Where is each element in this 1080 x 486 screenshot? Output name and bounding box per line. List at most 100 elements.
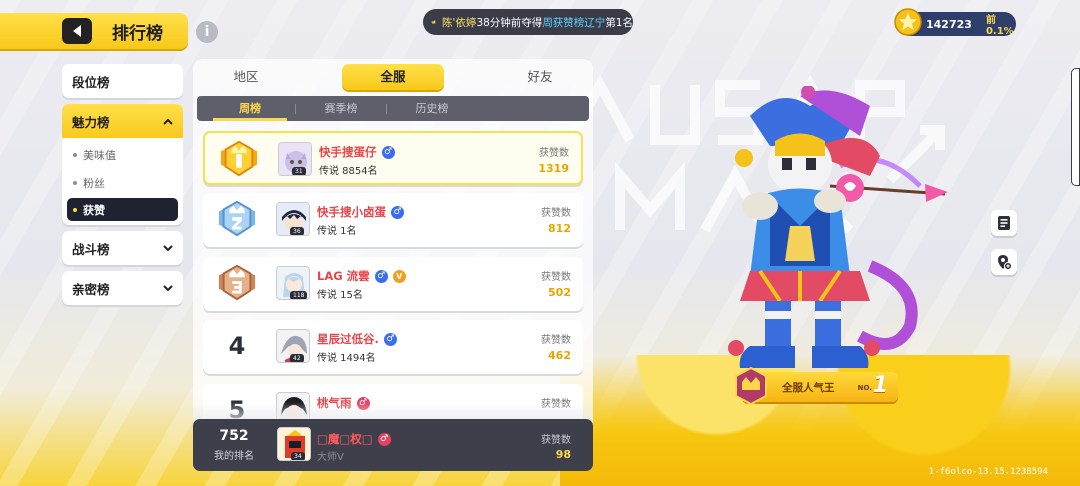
likes-total-bar: 142723 前0.1% bbox=[894, 8, 1016, 37]
my-rank: 752 我的排名 bbox=[203, 428, 265, 463]
silver-rank-badge-icon bbox=[217, 199, 257, 239]
title-number: 1 bbox=[872, 373, 888, 398]
location-button[interactable] bbox=[991, 249, 1017, 275]
player-name: 星辰过低谷. ♂ bbox=[317, 331, 397, 347]
level-badge: 36 bbox=[290, 227, 304, 235]
notice-rank: 第1名 bbox=[605, 16, 633, 29]
my-player-name: □魔□权□ ♂ bbox=[317, 431, 391, 447]
likes-label: 获赞数 bbox=[541, 335, 571, 346]
menu-item-label: 魅力榜 bbox=[72, 114, 110, 130]
notice-time: 38分钟前夺得 bbox=[476, 16, 543, 29]
my-rank-label: 我的排名 bbox=[214, 451, 254, 462]
tab-friends[interactable]: 好友 bbox=[494, 64, 586, 90]
menu-group-charm: 魅力榜 美味值 粉丝 获赞 bbox=[62, 104, 183, 225]
likes-total-value: 142723 bbox=[926, 17, 972, 31]
menu-item-label: 段位榜 bbox=[72, 74, 110, 90]
submenu-label: 获赞 bbox=[83, 203, 105, 217]
player-name-text: 星辰过低谷. bbox=[317, 332, 379, 346]
popularity-title-plate: 全服人气王 NO. 1 bbox=[735, 366, 898, 406]
tab-weekly[interactable]: 周榜 bbox=[205, 96, 295, 121]
record-button[interactable] bbox=[991, 210, 1017, 236]
level-badge: 118 bbox=[290, 291, 308, 299]
player-tier: 传说 1494名 bbox=[317, 353, 376, 364]
bullet-dot bbox=[73, 207, 77, 212]
leaderboard-row[interactable]: 4 42 星辰过低谷. ♂ 传说 1494名 获赞数 462 bbox=[203, 320, 583, 374]
info-icon[interactable]: i bbox=[196, 21, 218, 43]
header-bar: 排行榜 bbox=[0, 13, 188, 49]
male-icon: ♂ bbox=[383, 332, 397, 346]
page-title: 排行榜 bbox=[112, 23, 163, 44]
level-badge: 31 bbox=[292, 167, 306, 175]
version-text: 1-f6olco-13.15.1238594 bbox=[928, 467, 1048, 477]
bronze-rank-badge-icon bbox=[217, 263, 257, 303]
submenu-item-fans[interactable]: 粉丝 bbox=[67, 170, 178, 196]
leaderboard-row[interactable]: 118 LAG 流雲 ♂ V 传说 15名 获赞数 502 bbox=[203, 257, 583, 311]
tab-history[interactable]: 历史榜 bbox=[387, 96, 477, 121]
back-button[interactable] bbox=[62, 18, 92, 44]
title-text: 全服人气王 bbox=[782, 382, 835, 394]
level-badge: 34 bbox=[291, 452, 305, 460]
crown-emblem-icon bbox=[732, 366, 770, 406]
male-icon: ♂ bbox=[391, 205, 404, 219]
male-icon: ♂ bbox=[374, 269, 388, 283]
likes-value: 502 bbox=[548, 286, 571, 299]
bullet-dot bbox=[73, 153, 77, 157]
player-tier: 传说 1名 bbox=[317, 226, 357, 237]
chevron-down-icon bbox=[163, 242, 173, 255]
gender-icon: ♂ bbox=[377, 432, 391, 446]
chevron-down-icon bbox=[163, 282, 173, 295]
megaphone-icon bbox=[431, 20, 436, 24]
likes-value: 812 bbox=[548, 222, 571, 235]
player-name-text: 快手搜小卤蛋 bbox=[317, 205, 386, 219]
side-drawer-handle[interactable] bbox=[1071, 68, 1080, 186]
male-icon: ♂ bbox=[381, 145, 395, 159]
vip-badge-icon: V bbox=[392, 269, 406, 283]
likes-label: 获赞数 bbox=[541, 435, 571, 446]
level-badge: 42 bbox=[290, 354, 304, 362]
player-name: 快手搜蛋仔 ♂ bbox=[319, 144, 395, 160]
broadcast-notice: 陈'依婷38分钟前夺得周获赞榜辽宁第1名 bbox=[423, 9, 633, 35]
tab-region[interactable]: 地区 bbox=[200, 64, 292, 90]
menu-item-charm[interactable]: 魅力榜 bbox=[62, 104, 183, 138]
my-rank-number: 752 bbox=[219, 428, 249, 444]
rank-number: 4 bbox=[228, 332, 246, 360]
player-tier: 传说 8854名 bbox=[319, 166, 378, 177]
menu-item-rank[interactable]: 段位榜 bbox=[62, 64, 183, 98]
submenu-label: 美味值 bbox=[83, 149, 116, 162]
likes-label: 获赞数 bbox=[541, 208, 571, 219]
player-name: LAG 流雲 ♂ V bbox=[317, 268, 406, 284]
likes-label: 获赞数 bbox=[539, 148, 569, 159]
jester-character-illustration bbox=[720, 85, 960, 386]
menu-item-label: 战斗榜 bbox=[72, 241, 110, 257]
menu-item-intimacy[interactable]: 亲密榜 bbox=[62, 271, 183, 305]
avatar[interactable]: 36 bbox=[276, 202, 310, 236]
likes-value: 1319 bbox=[538, 162, 569, 175]
submenu-item-likes[interactable]: 获赞 bbox=[67, 198, 178, 221]
my-rank-bar[interactable]: 752 我的排名 34 □魔□权□ ♂ 大师V 获赞数 98 bbox=[193, 419, 593, 471]
avatar[interactable]: 31 bbox=[278, 142, 312, 176]
submenu-item-taste[interactable]: 美味值 bbox=[67, 142, 178, 168]
avatar[interactable]: 42 bbox=[276, 329, 310, 363]
notice-player-name: 陈'依婷 bbox=[442, 16, 477, 29]
tab-season[interactable]: 赛季榜 bbox=[296, 96, 386, 121]
player-tier: 传说 15名 bbox=[317, 290, 363, 301]
leaderboard-row[interactable]: 36 快手搜小卤蛋 ♂ 传说 1名 获赞数 812 bbox=[203, 193, 583, 247]
bullet-dot bbox=[73, 181, 77, 185]
submenu-label: 粉丝 bbox=[83, 177, 105, 190]
my-avatar[interactable]: 34 bbox=[277, 427, 311, 461]
chevron-up-icon bbox=[163, 115, 173, 128]
player-name-text: □魔□权□ bbox=[317, 432, 373, 446]
player-name-text: 快手搜蛋仔 bbox=[319, 145, 377, 159]
leaderboard-row[interactable]: 31 快手搜蛋仔 ♂ 传说 8854名 获赞数 1319 bbox=[203, 131, 583, 185]
tab-server[interactable]: 全服 bbox=[342, 64, 444, 90]
player-name-text: LAG 流雲 bbox=[317, 269, 370, 283]
menu-item-battle[interactable]: 战斗榜 bbox=[62, 231, 183, 265]
player-name: 快手搜小卤蛋 ♂ bbox=[317, 204, 404, 220]
back-arrow-icon bbox=[73, 25, 81, 37]
avatar[interactable]: 118 bbox=[276, 266, 310, 300]
likes-total-percent: 前0.1% bbox=[985, 15, 1014, 37]
menu-item-label: 亲密榜 bbox=[72, 281, 110, 297]
period-tabs: 周榜 赛季榜 历史榜 bbox=[197, 96, 589, 121]
location-add-icon bbox=[998, 255, 1012, 270]
star-coin-icon bbox=[894, 7, 922, 37]
